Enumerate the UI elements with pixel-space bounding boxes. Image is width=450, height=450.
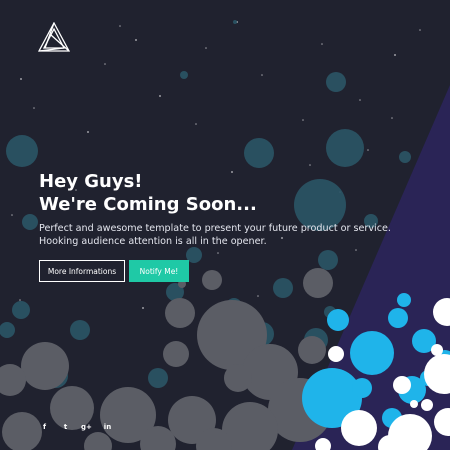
facebook-icon[interactable]: f (34, 421, 55, 433)
description-line-1: Perfect and awesome template to present … (39, 223, 391, 234)
linkedin-icon[interactable]: in (97, 421, 118, 433)
hero-description: Perfect and awesome template to present … (39, 222, 391, 248)
hero-section: Hey Guys! We're Coming Soon... Perfect a… (0, 0, 450, 450)
google-plus-icon[interactable]: g+ (76, 421, 97, 433)
notify-me-button[interactable]: Notify Me! (129, 260, 189, 282)
impossible-triangle-icon (38, 22, 70, 52)
headline-line-1: Hey Guys! (39, 171, 143, 192)
more-informations-button[interactable]: More Informations (39, 260, 125, 282)
headline-line-2: We're Coming Soon... (39, 194, 257, 215)
social-links: f t g+ in (34, 421, 118, 433)
description-line-2: Hooking audience attention is all in the… (39, 236, 267, 247)
twitter-icon[interactable]: t (55, 421, 76, 433)
hero-headline: Hey Guys! We're Coming Soon... (39, 170, 257, 216)
